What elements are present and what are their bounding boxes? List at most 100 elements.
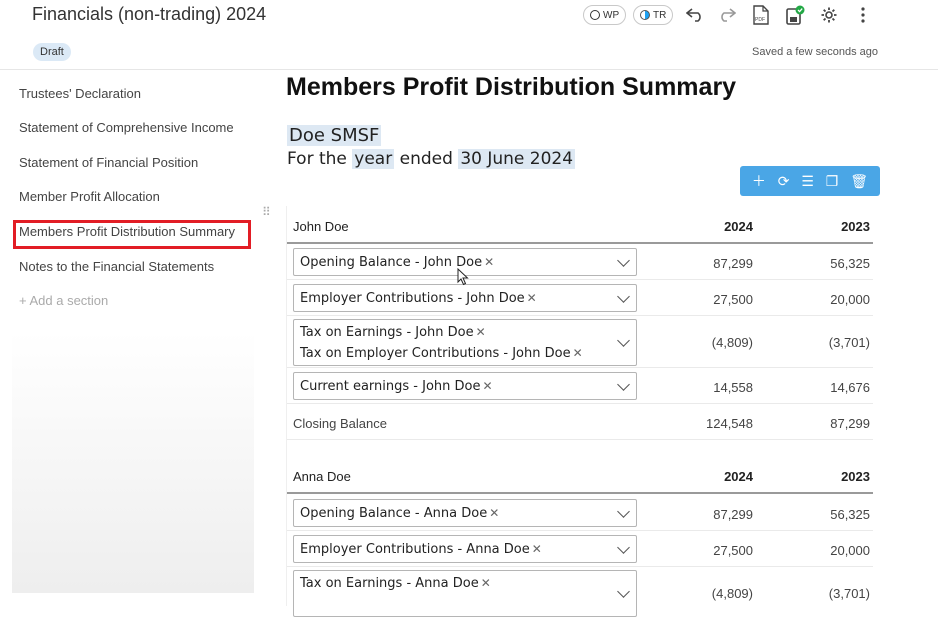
table-row: Tax on Earnings - John Doe ✕ Tax on Emplo… — [287, 316, 873, 368]
status-badge: Draft — [33, 43, 71, 61]
member-header-anna-doe: Anna Doe 2024 2023 — [287, 458, 873, 494]
account-chip[interactable]: Employer Contributions - Anna Doe ✕ — [300, 542, 542, 557]
member-header-john-doe: John Doe 2024 2023 — [287, 208, 873, 244]
value-2024: (4,809) — [711, 586, 753, 601]
entity-name: Doe SMSF — [287, 125, 382, 146]
document: Members Profit Distribution Summary Doe … — [286, 70, 906, 617]
account-select[interactable]: Employer Contributions - Anna Doe ✕ — [293, 535, 637, 563]
pdf-icon[interactable]: PDF — [750, 4, 772, 26]
chevron-down-icon[interactable] — [617, 378, 630, 391]
account-chip[interactable]: Current earnings - John Doe ✕ — [300, 379, 493, 394]
sidebar-item-financial-position[interactable]: Statement of Financial Position — [19, 155, 198, 170]
add-section-button[interactable]: + Add a section — [19, 293, 108, 308]
value-2023: 20,000 — [830, 292, 870, 307]
refresh-icon[interactable]: ⟳ — [778, 173, 790, 190]
account-chip[interactable]: Tax on Employer Contributions - John Doe… — [300, 346, 583, 361]
tr-label: TR — [653, 9, 667, 21]
value-2024: 124,548 — [706, 416, 753, 431]
remove-chip-icon[interactable]: ✕ — [481, 576, 491, 590]
remove-chip-icon[interactable]: ✕ — [489, 506, 499, 520]
value-2024: (4,809) — [711, 335, 753, 350]
chevron-down-icon[interactable] — [617, 585, 630, 598]
remove-chip-icon[interactable]: ✕ — [532, 542, 542, 556]
account-select[interactable]: Opening Balance - Anna Doe ✕ — [293, 499, 637, 527]
account-select[interactable]: Employer Contributions - John Doe ✕ — [293, 284, 637, 312]
year-prior-header: 2023 — [841, 469, 870, 484]
account-chip[interactable]: Opening Balance - Anna Doe ✕ — [300, 506, 499, 521]
sidebar-item-member-profit-allocation[interactable]: Member Profit Allocation — [19, 189, 160, 204]
value-2024: 27,500 — [713, 292, 753, 307]
year-prior-header: 2023 — [841, 219, 870, 234]
account-select[interactable]: Tax on Earnings - John Doe ✕ Tax on Emplo… — [293, 319, 637, 366]
chevron-down-icon[interactable] — [617, 334, 630, 347]
account-chip[interactable]: Tax on Earnings - Anna Doe ✕ — [300, 576, 491, 591]
wp-status-icon — [590, 10, 600, 20]
account-select[interactable]: Current earnings - John Doe ✕ — [293, 372, 637, 400]
sidebar-item-trustees-declaration[interactable]: Trustees' Declaration — [19, 86, 141, 101]
distribution-table: John Doe 2024 2023 Opening Balance - Joh… — [286, 206, 880, 617]
chevron-down-icon[interactable] — [617, 254, 630, 267]
remove-chip-icon[interactable]: ✕ — [482, 379, 492, 393]
undo-icon[interactable] — [684, 4, 706, 26]
value-2023: 14,676 — [830, 380, 870, 395]
chevron-down-icon[interactable] — [617, 541, 630, 554]
account-chip[interactable]: Tax on Earnings - John Doe ✕ — [300, 325, 486, 340]
table-row: Tax on Earnings - Anna Doe ✕ (4,809) (3,7… — [287, 567, 873, 619]
chevron-down-icon[interactable] — [617, 505, 630, 518]
value-2023: (3,701) — [828, 586, 870, 601]
svg-text:PDF: PDF — [755, 17, 765, 23]
wp-label: WP — [603, 9, 620, 21]
page-title: Financials (non-trading) 2024 — [32, 4, 267, 24]
sidebar: Trustees' Declaration Statement of Compr… — [12, 70, 254, 593]
top-bar: Financials (non-trading) 2024 WP TR PDF — [0, 0, 938, 30]
add-icon[interactable]: ＋ — [752, 171, 766, 191]
copy-icon[interactable]: ❐ — [826, 173, 839, 190]
value-2023: 20,000 — [830, 543, 870, 558]
status-bar: Draft Saved a few seconds ago — [0, 40, 938, 70]
wp-toggle[interactable]: WP — [583, 5, 627, 25]
delete-icon[interactable]: 🗑 — [850, 173, 868, 190]
sidebar-item-notes[interactable]: Notes to the Financial Statements — [19, 259, 214, 274]
period-date-field[interactable]: 30 June 2024 — [458, 149, 576, 169]
table-row: Current earnings - John Doe ✕ 14,558 14,6… — [287, 368, 873, 404]
value-2024: 27,500 — [713, 543, 753, 558]
member-name: John Doe — [293, 219, 349, 234]
year-current-header: 2024 — [724, 219, 753, 234]
save-icon[interactable] — [784, 4, 806, 26]
period-line: For the year ended 30 June 2024 — [287, 149, 576, 169]
value-2023: 87,299 — [830, 416, 870, 431]
account-select[interactable]: Tax on Earnings - Anna Doe ✕ — [293, 570, 637, 617]
settings-sliders-icon[interactable]: ☰ — [801, 173, 814, 190]
gear-icon[interactable] — [818, 4, 840, 26]
account-chip[interactable]: Employer Contributions - John Doe ✕ — [300, 291, 537, 306]
sidebar-item-comprehensive-income[interactable]: Statement of Comprehensive Income — [19, 120, 234, 135]
tr-toggle[interactable]: TR — [633, 5, 674, 25]
remove-chip-icon[interactable]: ✕ — [527, 291, 537, 305]
sidebar-item-members-profit-distribution-summary[interactable]: Members Profit Distribution Summary — [19, 224, 235, 239]
redo-icon[interactable] — [716, 4, 738, 26]
drag-handle-icon[interactable]: ⠿ — [262, 205, 271, 219]
period-prefix: For the — [287, 149, 347, 169]
tr-status-icon — [640, 10, 650, 20]
period-mid: ended — [399, 149, 453, 169]
remove-chip-icon[interactable]: ✕ — [484, 255, 494, 269]
chevron-down-icon[interactable] — [617, 290, 630, 303]
remove-chip-icon[interactable]: ✕ — [573, 346, 583, 360]
closing-balance-row: Closing Balance 124,548 87,299 — [287, 404, 873, 440]
entity-name-text[interactable]: Doe SMSF — [287, 125, 382, 146]
value-2024: 87,299 — [713, 507, 753, 522]
value-2024: 14,558 — [713, 380, 753, 395]
saved-status: Saved a few seconds ago — [752, 46, 878, 58]
table-row: Opening Balance - Anna Doe ✕ 87,299 56,32… — [287, 495, 873, 531]
closing-balance-label: Closing Balance — [293, 416, 387, 431]
member-name: Anna Doe — [293, 469, 351, 484]
value-2023: (3,701) — [828, 335, 870, 350]
period-year-field[interactable]: year — [352, 149, 395, 169]
more-vert-icon[interactable] — [852, 4, 874, 26]
value-2023: 56,325 — [830, 507, 870, 522]
table-toolbar: ＋ ⟳ ☰ ❐ 🗑 — [740, 166, 880, 196]
remove-chip-icon[interactable]: ✕ — [476, 325, 486, 339]
table-row: Employer Contributions - Anna Doe ✕ 27,50… — [287, 531, 873, 567]
mouse-cursor-icon — [457, 268, 469, 286]
document-title: Members Profit Distribution Summary — [286, 73, 737, 101]
